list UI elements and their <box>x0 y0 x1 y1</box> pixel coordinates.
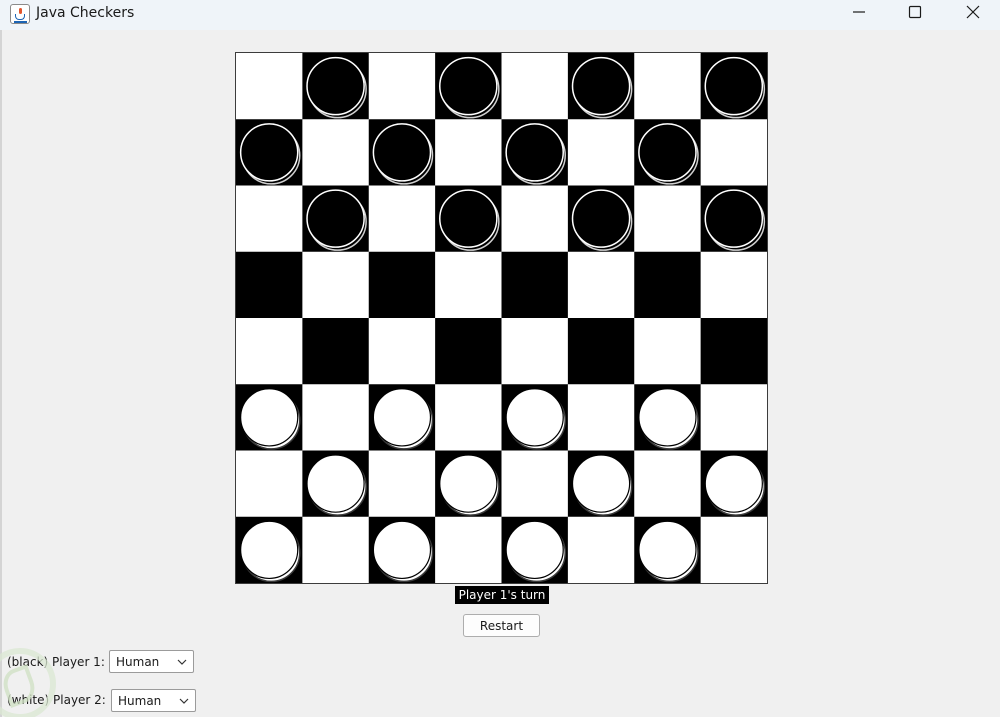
black-checker-piece[interactable] <box>638 123 699 185</box>
player1-select-value: Human <box>116 655 160 669</box>
maximize-icon <box>908 5 922 19</box>
black-checker-piece[interactable] <box>239 123 301 185</box>
close-button[interactable] <box>950 0 996 30</box>
minimize-icon <box>853 11 865 13</box>
turn-status-label: Player 1's turn <box>455 586 549 604</box>
chevron-down-icon <box>177 659 187 665</box>
board-square-r1c1[interactable] <box>302 119 370 186</box>
board-square-r6c0[interactable] <box>236 450 303 518</box>
board-square-r2c6[interactable] <box>634 185 702 253</box>
board-square-r5c3[interactable] <box>435 384 502 451</box>
board-square-r4c1[interactable] <box>302 318 370 385</box>
black-checker-piece[interactable] <box>306 56 367 119</box>
board-square-r7c5[interactable] <box>567 516 635 583</box>
black-checker-piece[interactable] <box>704 56 766 119</box>
black-checker-piece[interactable] <box>439 56 500 119</box>
board-square-r1c3[interactable] <box>435 119 502 186</box>
java-cup-icon <box>10 4 30 24</box>
board-square-r4c4[interactable] <box>501 318 569 385</box>
board-square-r5c1[interactable] <box>302 384 370 451</box>
board-square-r1c5[interactable] <box>567 119 635 186</box>
board-square-r3c1[interactable] <box>302 251 370 319</box>
chevron-down-icon <box>179 698 189 704</box>
board-square-r4c5[interactable] <box>567 318 635 385</box>
title-bar: Java Checkers <box>0 0 1000 30</box>
board-square-r3c3[interactable] <box>435 251 502 319</box>
board-square-r4c0[interactable] <box>236 318 303 385</box>
player2-select-value: Human <box>118 694 162 708</box>
window-title: Java Checkers <box>36 5 135 21</box>
board-square-r4c7[interactable] <box>700 318 767 385</box>
player2-select[interactable]: Human <box>111 689 196 712</box>
board-square-r3c7[interactable] <box>700 251 767 319</box>
window-edge <box>0 30 2 717</box>
board-square-r2c4[interactable] <box>501 185 569 253</box>
black-checker-piece[interactable] <box>372 123 434 185</box>
board-square-r5c7[interactable] <box>700 384 767 451</box>
board-square-r4c3[interactable] <box>435 318 502 385</box>
player1-select[interactable]: Human <box>109 650 194 673</box>
board-square-r3c4[interactable] <box>501 251 569 319</box>
board-square-r2c2[interactable] <box>368 185 436 253</box>
board-square-r3c6[interactable] <box>634 251 702 319</box>
board-square-r3c5[interactable] <box>567 251 635 319</box>
board-square-r4c2[interactable] <box>368 318 436 385</box>
minimize-button[interactable] <box>836 0 882 30</box>
maximize-button[interactable] <box>892 0 938 30</box>
black-checker-piece[interactable] <box>306 189 367 251</box>
board-square-r0c0[interactable] <box>236 53 303 120</box>
black-checker-piece[interactable] <box>704 189 766 251</box>
board-square-r4c6[interactable] <box>634 318 702 385</box>
board-square-r6c2[interactable] <box>368 450 436 518</box>
black-checker-piece[interactable] <box>571 56 633 119</box>
board-square-r7c7[interactable] <box>700 516 767 583</box>
board-square-r3c0[interactable] <box>236 251 303 319</box>
black-checker-piece[interactable] <box>571 189 633 251</box>
board-square-r3c2[interactable] <box>368 251 436 319</box>
checkers-board[interactable] <box>235 52 768 584</box>
board-square-r6c4[interactable] <box>501 450 569 518</box>
board-square-r6c6[interactable] <box>634 450 702 518</box>
black-checker-piece[interactable] <box>439 189 500 251</box>
board-square-r0c2[interactable] <box>368 53 436 120</box>
board-square-r2c0[interactable] <box>236 185 303 253</box>
board-square-r0c6[interactable] <box>634 53 702 120</box>
board-square-r5c5[interactable] <box>567 384 635 451</box>
board-square-r7c3[interactable] <box>435 516 502 583</box>
board-square-r1c7[interactable] <box>700 119 767 186</box>
black-checker-piece[interactable] <box>505 123 566 185</box>
restart-button[interactable]: Restart <box>463 614 540 637</box>
board-canvas[interactable] <box>236 53 767 583</box>
close-icon <box>966 5 980 19</box>
board-square-r7c1[interactable] <box>302 516 370 583</box>
board-square-r0c4[interactable] <box>501 53 569 120</box>
